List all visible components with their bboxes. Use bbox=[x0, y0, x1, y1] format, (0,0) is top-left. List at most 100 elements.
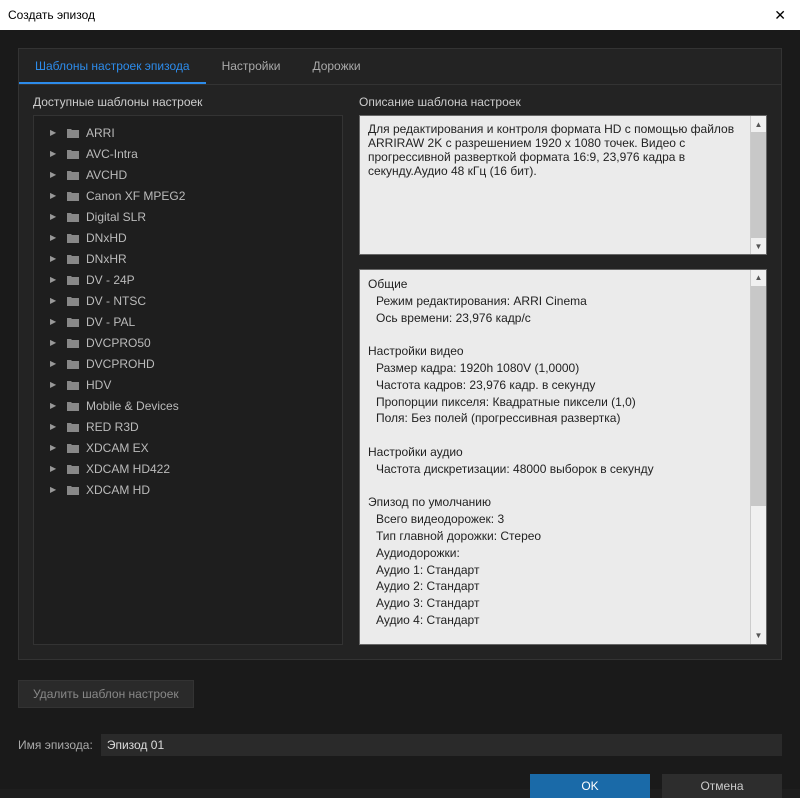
details-editing-mode: Режим редактирования: ARRI Cinema bbox=[368, 293, 742, 310]
preset-folder-item[interactable]: ▶ DV - 24P bbox=[38, 269, 338, 290]
scroll-down-icon[interactable]: ▼ bbox=[751, 238, 766, 254]
details-audio-title: Настройки аудио bbox=[368, 444, 742, 461]
expand-icon[interactable]: ▶ bbox=[50, 380, 60, 389]
folder-icon bbox=[66, 316, 80, 328]
preset-folder-item[interactable]: ▶ XDCAM HD422 bbox=[38, 458, 338, 479]
preset-folder-item[interactable]: ▶ ARRI bbox=[38, 122, 338, 143]
expand-icon[interactable]: ▶ bbox=[50, 464, 60, 473]
details-fields: Поля: Без полей (прогрессивная развертка… bbox=[368, 410, 742, 427]
details-scrollbar[interactable]: ▲ ▼ bbox=[750, 270, 766, 644]
preset-folder-label: ARRI bbox=[86, 126, 115, 140]
expand-icon[interactable]: ▶ bbox=[50, 317, 60, 326]
scrollbar-thumb[interactable] bbox=[751, 132, 766, 240]
preset-folder-item[interactable]: ▶DV - NTSC bbox=[38, 290, 338, 311]
folder-icon bbox=[66, 379, 80, 391]
folder-icon bbox=[66, 295, 80, 307]
folder-icon bbox=[66, 484, 80, 496]
tab-settings[interactable]: Настройки bbox=[206, 49, 297, 84]
preset-folder-item[interactable]: ▶ DVCPRO50 bbox=[38, 332, 338, 353]
details-general-title: Общие bbox=[368, 276, 742, 293]
details-frame-size: Размер кадра: 1920h 1080V (1,0000) bbox=[368, 360, 742, 377]
expand-icon[interactable]: ▶ bbox=[50, 170, 60, 179]
details-default-sequence-title: Эпизод по умолчанию bbox=[368, 494, 742, 511]
details-audio3: Аудио 3: Стандарт bbox=[368, 595, 742, 612]
scroll-up-icon[interactable]: ▲ bbox=[751, 270, 766, 286]
expand-icon[interactable]: ▶ bbox=[50, 401, 60, 410]
expand-icon[interactable]: ▶ bbox=[50, 233, 60, 242]
expand-icon[interactable]: ▶ bbox=[50, 212, 60, 221]
folder-icon bbox=[66, 190, 80, 202]
expand-icon[interactable]: ▶ bbox=[50, 443, 60, 452]
preset-folder-item[interactable]: ▶ XDCAM EX bbox=[38, 437, 338, 458]
preset-folder-item[interactable]: ▶XDCAM HD bbox=[38, 479, 338, 500]
expand-icon[interactable]: ▶ bbox=[50, 254, 60, 263]
folder-icon bbox=[66, 421, 80, 433]
preset-folder-item[interactable]: ▶ HDV bbox=[38, 374, 338, 395]
details-sample-rate: Частота дискретизации: 48000 выборок в с… bbox=[368, 461, 742, 478]
preset-folder-item[interactable]: ▶ Canon XF MPEG2 bbox=[38, 185, 338, 206]
preset-details-box: Общие Режим редактирования: ARRI Cinema … bbox=[359, 269, 767, 645]
details-video-title: Настройки видео bbox=[368, 343, 742, 360]
preset-list[interactable]: ▶ARRI▶AVC-Intra▶AVCHD▶Canon XF MPEG2▶Dig… bbox=[33, 115, 343, 645]
ok-button[interactable]: OK bbox=[530, 774, 650, 798]
expand-icon[interactable]: ▶ bbox=[50, 275, 60, 284]
details-video-tracks: Всего видеодорожек: 3 bbox=[368, 511, 742, 528]
preset-folder-item[interactable]: ▶ Digital SLR bbox=[38, 206, 338, 227]
preset-folder-label: RED R3D bbox=[86, 420, 139, 434]
preset-folder-label: Canon XF MPEG2 bbox=[86, 189, 185, 203]
expand-icon[interactable]: ▶ bbox=[50, 191, 60, 200]
preset-folder-label: XDCAM HD422 bbox=[86, 462, 170, 476]
scrollbar-thumb[interactable] bbox=[751, 286, 766, 506]
delete-preset-button[interactable]: Удалить шаблон настроек bbox=[18, 680, 194, 708]
cancel-button[interactable]: Отмена bbox=[662, 774, 782, 798]
details-pixel-aspect: Пропорции пикселя: Квадратные пиксели (1… bbox=[368, 394, 742, 411]
preset-folder-label: DVCPRO50 bbox=[86, 336, 151, 350]
expand-icon[interactable]: ▶ bbox=[50, 296, 60, 305]
expand-icon[interactable]: ▶ bbox=[50, 128, 60, 137]
dialog-titlebar: Создать эпизод ✕ bbox=[0, 0, 800, 30]
folder-icon bbox=[66, 211, 80, 223]
folder-icon bbox=[66, 169, 80, 181]
expand-icon[interactable]: ▶ bbox=[50, 359, 60, 368]
expand-icon[interactable]: ▶ bbox=[50, 338, 60, 347]
preset-folder-item[interactable]: ▶ RED R3D bbox=[38, 416, 338, 437]
tabs: Шаблоны настроек эпизода Настройки Дорож… bbox=[19, 49, 781, 85]
preset-folder-label: HDV bbox=[86, 378, 111, 392]
sequence-name-input[interactable] bbox=[101, 734, 782, 756]
folder-icon bbox=[66, 232, 80, 244]
expand-icon[interactable]: ▶ bbox=[50, 149, 60, 158]
preset-folder-item[interactable]: ▶DNxHD bbox=[38, 227, 338, 248]
close-icon[interactable]: ✕ bbox=[768, 7, 792, 24]
tab-sequence-presets[interactable]: Шаблоны настроек эпизода bbox=[19, 49, 206, 84]
preset-folder-item[interactable]: ▶ Mobile & Devices bbox=[38, 395, 338, 416]
preset-folder-label: DV - PAL bbox=[86, 315, 135, 329]
expand-icon[interactable]: ▶ bbox=[50, 422, 60, 431]
scroll-up-icon[interactable]: ▲ bbox=[751, 116, 766, 132]
details-master-track: Тип главной дорожки: Стерео bbox=[368, 528, 742, 545]
preset-folder-item[interactable]: ▶ DV - PAL bbox=[38, 311, 338, 332]
preset-folder-label: Mobile & Devices bbox=[86, 399, 179, 413]
preset-description-box: Для редактирования и контроля формата HD… bbox=[359, 115, 767, 255]
expand-icon[interactable]: ▶ bbox=[50, 485, 60, 494]
preset-folder-item[interactable]: ▶ DVCPROHD bbox=[38, 353, 338, 374]
preset-folder-item[interactable]: ▶AVCHD bbox=[38, 164, 338, 185]
preset-folder-item[interactable]: ▶AVC-Intra bbox=[38, 143, 338, 164]
details-timebase: Ось времени: 23,976 кадр/с bbox=[368, 310, 742, 327]
preset-description-text: Для редактирования и контроля формата HD… bbox=[368, 122, 758, 178]
preset-folder-label: DV - 24P bbox=[86, 273, 135, 287]
details-audio1: Аудио 1: Стандарт bbox=[368, 562, 742, 579]
folder-icon bbox=[66, 442, 80, 454]
preset-folder-label: DVCPROHD bbox=[86, 357, 155, 371]
details-audio2: Аудио 2: Стандарт bbox=[368, 578, 742, 595]
preset-folder-label: DNxHR bbox=[86, 252, 127, 266]
description-scrollbar[interactable]: ▲ ▼ bbox=[750, 116, 766, 254]
details-audio4: Аудио 4: Стандарт bbox=[368, 612, 742, 629]
preset-folder-item[interactable]: ▶ DNxHR bbox=[38, 248, 338, 269]
details-audio-tracks-label: Аудиодорожки: bbox=[368, 545, 742, 562]
details-frame-rate: Частота кадров: 23,976 кадр. в секунду bbox=[368, 377, 742, 394]
available-presets-label: Доступные шаблоны настроек bbox=[33, 95, 343, 109]
preset-folder-label: Digital SLR bbox=[86, 210, 146, 224]
tab-tracks[interactable]: Дорожки bbox=[296, 49, 376, 84]
scroll-down-icon[interactable]: ▼ bbox=[751, 628, 766, 644]
preset-folder-label: XDCAM EX bbox=[86, 441, 149, 455]
